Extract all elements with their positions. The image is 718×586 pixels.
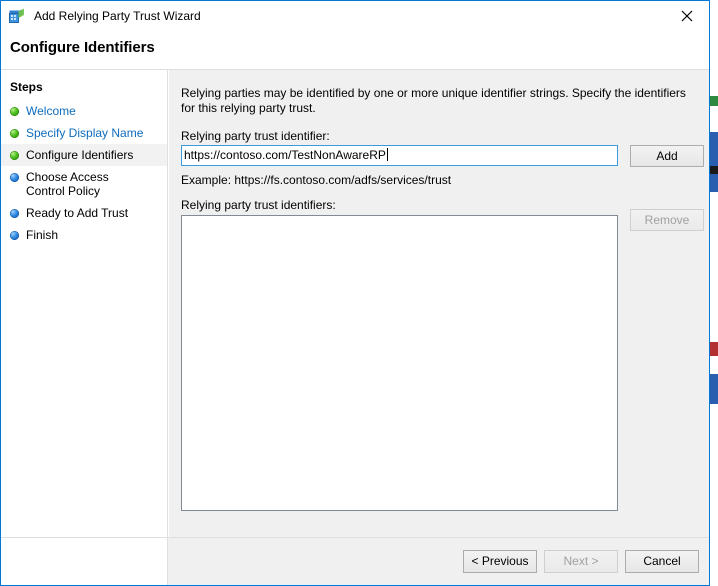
step-bullet-icon <box>10 151 19 160</box>
example-text: Example: https://fs.contoso.com/adfs/ser… <box>181 173 452 187</box>
step-bullet-icon <box>10 231 19 240</box>
sidebar-item-label: Choose Access Control Policy <box>26 170 109 198</box>
window-title: Add Relying Party Trust Wizard <box>34 9 201 23</box>
sidebar-item-label: Welcome <box>26 104 76 118</box>
steps-heading: Steps <box>10 80 43 94</box>
content-pane: Relying parties may be identified by one… <box>169 70 709 538</box>
step-bullet-icon <box>10 209 19 218</box>
identifier-label: Relying party trust identifier: <box>181 129 330 143</box>
close-icon[interactable] <box>664 2 709 31</box>
step-bullet-icon <box>10 129 19 138</box>
sidebar-item-finish[interactable]: Finish <box>1 224 167 246</box>
remove-button[interactable]: Remove <box>630 209 704 231</box>
cancel-button[interactable]: Cancel <box>625 550 699 573</box>
next-button[interactable]: Next > <box>544 550 618 573</box>
add-button[interactable]: Add <box>630 145 704 167</box>
identifiers-list-label: Relying party trust identifiers: <box>181 198 336 212</box>
sidebar-item-welcome[interactable]: Welcome <box>1 100 167 122</box>
wizard-window: Add Relying Party Trust Wizard Configure… <box>0 0 710 586</box>
relying-party-trust-wizard-icon <box>8 7 26 25</box>
sidebar-item-label: Finish <box>26 228 59 242</box>
sidebar-item-configure-identifiers[interactable]: Configure Identifiers <box>1 144 167 166</box>
sidebar-item-label: Specify Display Name <box>26 126 144 140</box>
sidebar-item-label: Ready to Add Trust <box>26 206 129 220</box>
page-title: Configure Identifiers <box>10 39 155 56</box>
sidebar-item-specify-display-name[interactable]: Specify Display Name <box>1 122 167 144</box>
sidebar-item-choose-access-control-policy[interactable]: Choose Access Control Policy <box>1 166 167 202</box>
identifiers-listbox[interactable] <box>181 215 618 511</box>
background-desktop-strip <box>710 0 718 586</box>
identifier-input-value: https://contoso.com/TestNonAwareRP <box>184 148 386 162</box>
title-bar: Add Relying Party Trust Wizard <box>1 1 709 31</box>
step-bullet-icon <box>10 107 19 116</box>
intro-text: Relying parties may be identified by one… <box>181 86 686 115</box>
body-area: Steps Welcome Specify Display Name Confi… <box>1 70 709 538</box>
footer-left-pad <box>1 538 168 585</box>
previous-button[interactable]: < Previous <box>463 550 537 573</box>
identifier-input[interactable]: https://contoso.com/TestNonAwareRP <box>181 145 618 166</box>
sidebar-item-ready-to-add-trust[interactable]: Ready to Add Trust <box>1 202 167 224</box>
sidebar-item-label: Configure Identifiers <box>26 148 134 162</box>
steps-sidebar: Steps Welcome Specify Display Name Confi… <box>1 70 168 538</box>
footer-bar: < Previous Next > Cancel <box>1 537 709 585</box>
page-header: Configure Identifiers <box>1 31 709 69</box>
steps-list: Welcome Specify Display Name Configure I… <box>1 100 167 246</box>
text-caret <box>386 148 388 161</box>
step-bullet-icon <box>10 173 19 182</box>
